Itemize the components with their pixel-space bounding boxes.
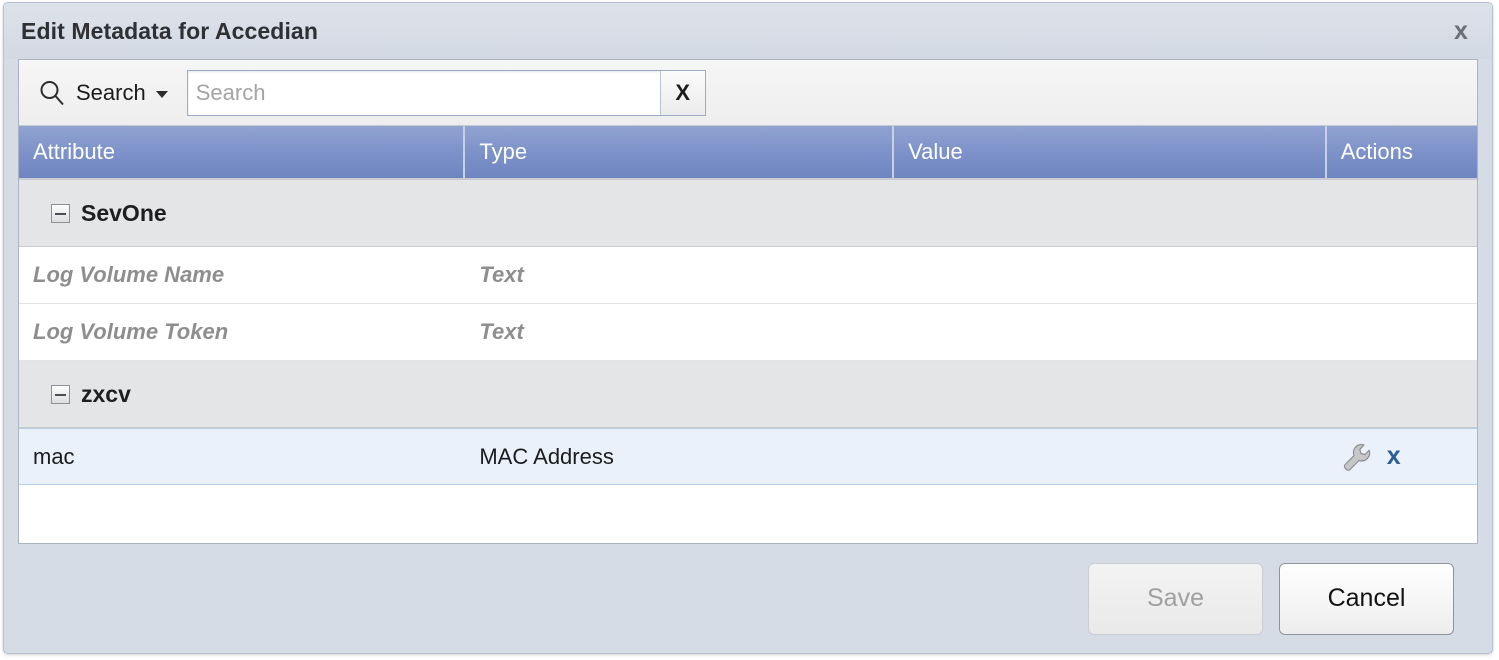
cell-type: MAC Address: [479, 443, 614, 469]
cell-attribute: mac: [33, 443, 75, 469]
save-button[interactable]: Save: [1088, 562, 1263, 635]
group-header-row[interactable]: zxcv: [19, 361, 1477, 428]
column-header-attribute[interactable]: Attribute: [19, 126, 466, 178]
table-row[interactable]: mac MAC Address x: [19, 428, 1477, 485]
dialog-footer: Save Cancel: [4, 544, 1492, 653]
search-dropdown-label: Search: [76, 79, 146, 105]
edit-metadata-dialog: Edit Metadata for Accedian x Search X: [3, 2, 1493, 654]
dialog-titlebar: Edit Metadata for Accedian x: [4, 3, 1492, 59]
cell-attribute: Log Volume Token: [33, 319, 229, 344]
cell-actions: [1327, 247, 1477, 303]
column-header-actions[interactable]: Actions: [1327, 126, 1477, 178]
close-icon[interactable]: x: [1446, 16, 1476, 46]
cell-value[interactable]: [894, 304, 1327, 360]
grid-empty-area: [19, 485, 1477, 543]
cell-value[interactable]: [894, 247, 1327, 303]
metadata-grid: Attribute Type Value Actions SevOne Log …: [19, 126, 1477, 543]
delete-x-icon[interactable]: x: [1387, 444, 1401, 469]
page-title: Edit Metadata for Accedian: [21, 17, 318, 44]
cell-type: Text: [479, 262, 524, 287]
table-row[interactable]: Log Volume Token Text: [19, 304, 1477, 361]
minus-box-icon[interactable]: [51, 384, 70, 404]
search-input[interactable]: [187, 70, 660, 115]
cell-attribute: Log Volume Name: [33, 262, 225, 287]
cell-value[interactable]: [894, 429, 1327, 484]
group-label: SevOne: [81, 199, 167, 226]
clear-search-button[interactable]: X: [659, 70, 705, 115]
chevron-down-icon: [155, 90, 168, 98]
group-header-row[interactable]: SevOne: [19, 180, 1477, 247]
cancel-button[interactable]: Cancel: [1279, 562, 1454, 635]
search-icon: [37, 78, 67, 108]
cell-actions: [1327, 304, 1477, 360]
search-field-wrapper: X: [186, 69, 706, 116]
table-row[interactable]: Log Volume Name Text: [19, 247, 1477, 304]
search-toolbar: Search X: [19, 60, 1477, 126]
column-header-type[interactable]: Type: [465, 126, 895, 178]
search-dropdown-button[interactable]: Search: [35, 74, 174, 112]
group-label: zxcv: [81, 380, 131, 407]
cell-actions: x: [1327, 429, 1477, 484]
minus-box-icon[interactable]: [51, 203, 70, 223]
metadata-panel: Search X Attribute Type Value Actions Se…: [18, 59, 1478, 544]
column-header-value[interactable]: Value: [894, 126, 1327, 178]
wrench-icon[interactable]: [1341, 441, 1373, 473]
grid-header-row: Attribute Type Value Actions: [19, 126, 1477, 180]
cell-type: Text: [479, 319, 524, 344]
